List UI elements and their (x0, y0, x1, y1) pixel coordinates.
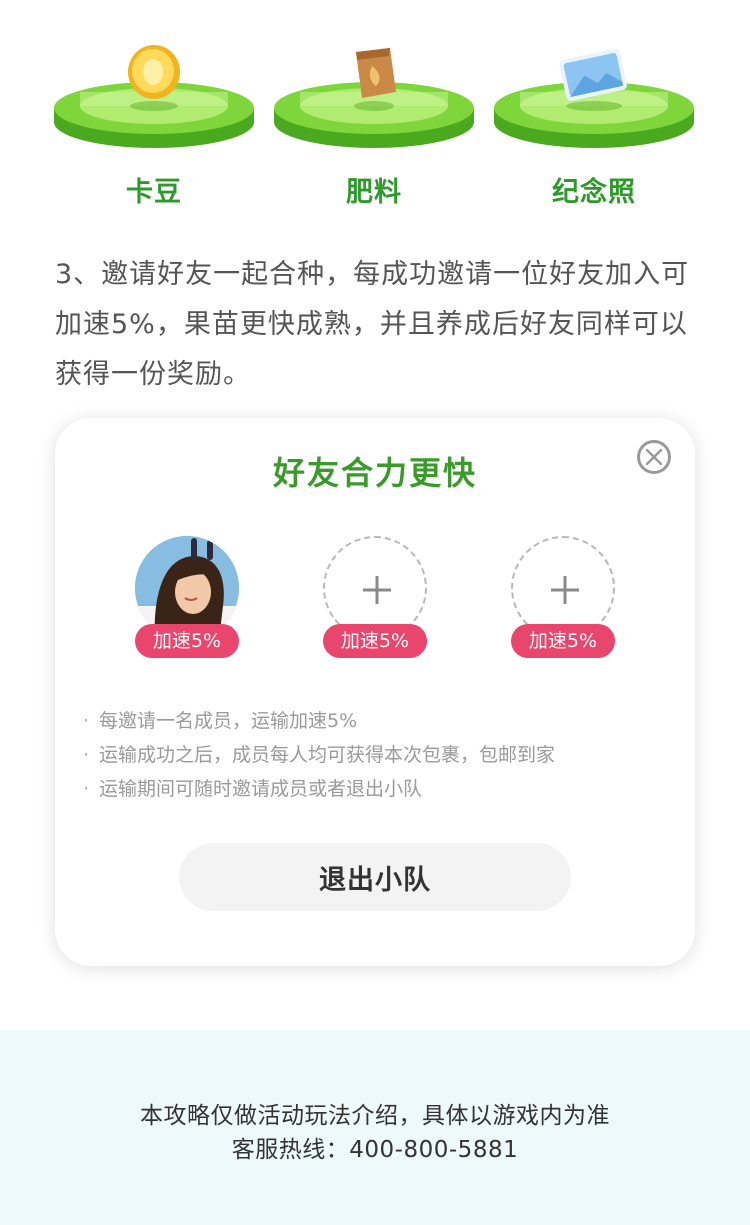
boost-badge: 加速5% (323, 624, 427, 658)
footer: 本攻略仅做活动玩法介绍，具体以游戏内为准 客服热线：400-800-5881 (0, 1030, 750, 1225)
boost-badge: 加速5% (135, 624, 239, 658)
member-slot-1: 加速5% (132, 536, 242, 661)
reward-item-photo: 纪念照 (492, 30, 696, 220)
rules-list: · 每邀请一名成员，运输加速5% · 运输成功之后，成员每人均可获得本次包裹，包邮到… (81, 704, 661, 806)
member-slot-3: 加速5% (508, 536, 618, 661)
team-card: 好友合力更快 加速5% 加速5% 加速5% · 每邀请一名成员，运输加速5% ·… (55, 418, 695, 966)
list-item: · 每邀请一名成员，运输加速5% (81, 704, 661, 738)
bullet-dot: · (83, 744, 90, 766)
close-icon (646, 449, 662, 465)
close-button[interactable] (637, 440, 671, 474)
bullet-dot: · (83, 710, 90, 732)
bullet-dot: · (83, 778, 90, 800)
plus-icon (551, 576, 579, 604)
plus-icon (363, 576, 391, 604)
reward-item-coin: 卡豆 (52, 30, 256, 220)
card-title: 好友合力更快 (272, 454, 477, 492)
member-slot-2: 加速5% (320, 536, 430, 661)
hotline-text: 客服热线：400-800-5881 (231, 1137, 519, 1163)
note-text: 每邀请一名成员，运输加速5% (99, 710, 358, 732)
reward-label: 纪念照 (552, 177, 636, 208)
photo-card-icon (494, 48, 694, 148)
list-item: · 运输期间可随时邀请成员或者退出小队 (81, 772, 661, 806)
reward-item-fertilizer: 肥料 (272, 30, 476, 220)
coin-icon (54, 45, 254, 148)
note-text: 运输期间可随时邀请成员或者退出小队 (99, 778, 423, 800)
disclaimer-text: 本攻略仅做活动玩法介绍，具体以游戏内为准 (140, 1103, 610, 1129)
list-item: · 运输成功之后，成员每人均可获得本次包裹，包邮到家 (81, 738, 661, 772)
invite-rule-text: 3、邀请好友一起合种，每成功邀请一位好友加入可加速5%，果苗更快成熟，并且养成后… (55, 259, 690, 390)
boost-badge: 加速5% (511, 624, 615, 658)
note-text: 运输成功之后，成员每人均可获得本次包裹，包邮到家 (99, 744, 556, 766)
quit-team-button[interactable]: 退出小队 (179, 843, 571, 911)
reward-label: 卡豆 (126, 177, 182, 208)
fertilizer-bag-icon (274, 48, 474, 148)
reward-label: 肥料 (346, 177, 402, 208)
rewards-row: 卡豆 肥料 纪念照 (0, 30, 750, 230)
